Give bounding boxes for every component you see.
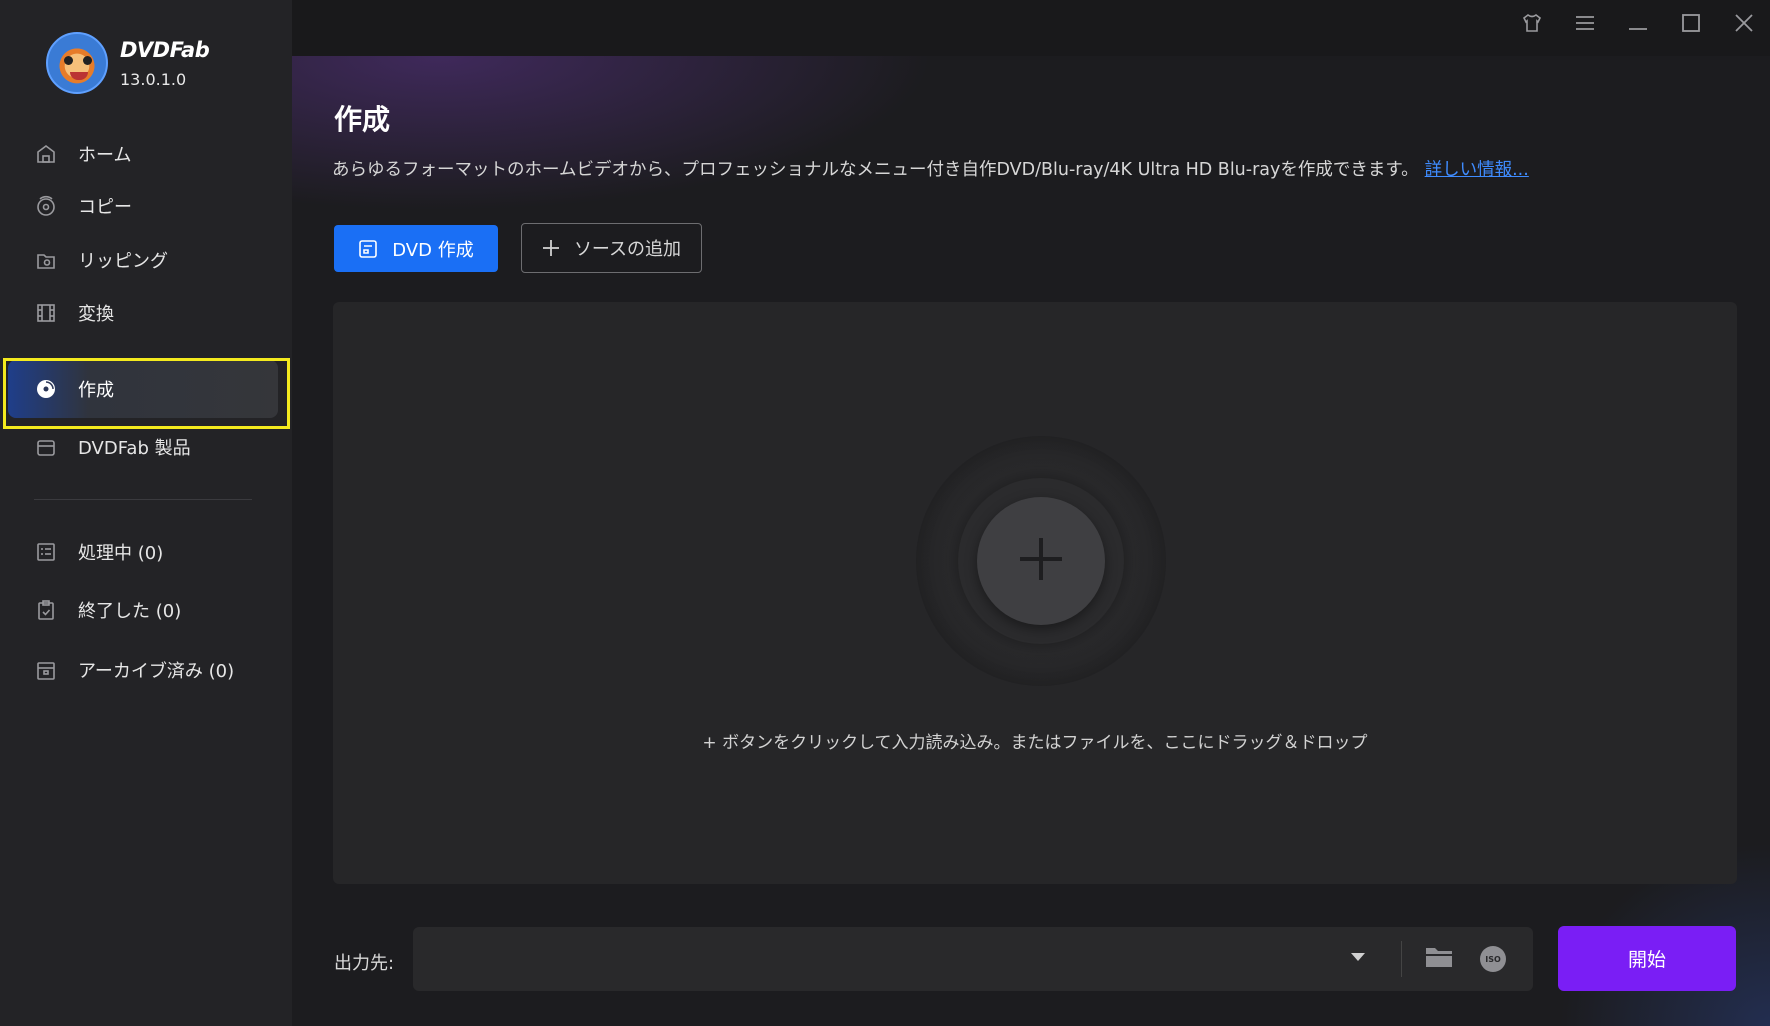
close-button[interactable]	[1717, 0, 1770, 50]
add-source-button[interactable]: ソースの追加	[521, 223, 702, 273]
description-text: あらゆるフォーマットのホームビデオから、プロフェッショナルなメニュー付き自作DV…	[332, 160, 1419, 180]
sidebar-item-converter[interactable]: 変換	[0, 285, 292, 341]
maximize-button[interactable]	[1664, 0, 1717, 50]
archive-box-icon	[34, 658, 58, 682]
dvd-create-label: DVD 作成	[392, 239, 474, 261]
sidebar-item-label: ホーム	[78, 145, 132, 166]
output-label: 出力先:	[334, 953, 395, 974]
folder-icon	[1425, 945, 1453, 973]
file-drop-area[interactable]: + ボタンをクリックして入力読み込み。またはファイルを、ここにドラッグ＆ドロップ	[333, 302, 1737, 884]
skin-button[interactable]	[1505, 0, 1558, 50]
app-name: DVDFab	[120, 37, 210, 62]
start-button[interactable]: 開始	[1558, 926, 1736, 991]
creator-disc-icon	[34, 377, 58, 401]
add-source-label: ソースの追加	[573, 239, 682, 260]
brand-text: DVDFab 13.0.1.0	[120, 37, 210, 89]
home-icon	[34, 142, 58, 166]
sidebar-item-archived[interactable]: アーカイブ済み (0)	[0, 642, 292, 698]
large-plus-icon	[1018, 536, 1064, 586]
page-description: あらゆるフォーマットのホームビデオから、プロフェッショナルなメニュー付き自作DV…	[332, 156, 1529, 181]
processing-list-icon	[34, 540, 58, 564]
sidebar-item-label: コピー	[78, 197, 132, 218]
sidebar-item-label: DVDFab 製品	[78, 438, 191, 459]
film-icon	[34, 301, 58, 325]
sidebar-item-label: 作成	[78, 380, 114, 401]
plus-icon	[542, 239, 560, 257]
iso-icon: ISO	[1480, 946, 1506, 972]
dvd-create-button[interactable]: DVD 作成	[334, 225, 498, 272]
sidebar-item-home[interactable]: ホーム	[0, 126, 292, 182]
add-file-ring	[916, 436, 1166, 686]
menu-button[interactable]	[1558, 0, 1611, 50]
page-title: 作成	[334, 103, 391, 136]
output-path-field[interactable]: ISO	[413, 927, 1533, 991]
copy-disc-icon	[34, 194, 58, 218]
app-window: DVDFab 13.0.1.0 ホーム コピー リッピング 変換 作成 DVDF…	[0, 0, 1770, 1026]
main-content: 作成 あらゆるフォーマットのホームビデオから、プロフェッショナルなメニュー付き自…	[292, 56, 1770, 1026]
iso-output-button[interactable]: ISO	[1478, 944, 1508, 974]
sidebar-item-label: アーカイブ済み (0)	[78, 661, 235, 682]
title-bar	[292, 0, 1770, 56]
sidebar-divider	[34, 499, 252, 500]
menu-icon	[1575, 15, 1595, 35]
add-file-ring-inner	[958, 478, 1124, 644]
window-controls	[1505, 0, 1770, 50]
add-file-button[interactable]	[977, 497, 1105, 625]
minimize-icon	[1628, 16, 1647, 35]
app-version: 13.0.1.0	[120, 69, 187, 89]
sidebar-item-label: 終了した (0)	[78, 601, 182, 622]
sidebar-item-finished[interactable]: 終了した (0)	[0, 582, 292, 638]
output-field-separator	[1401, 941, 1402, 977]
browse-folder-button[interactable]	[1423, 944, 1455, 974]
sidebar-item-label: 変換	[78, 304, 114, 325]
maximize-icon	[1681, 14, 1700, 36]
sidebar-item-dvdfab-products[interactable]: DVDFab 製品	[0, 419, 292, 475]
output-dropdown-arrow-icon[interactable]	[1351, 953, 1365, 961]
sidebar-item-label: リッピング	[78, 251, 168, 272]
ripper-icon	[34, 248, 58, 272]
dvd-create-icon	[358, 239, 378, 259]
minimize-button[interactable]	[1611, 0, 1664, 50]
dvdfab-logo	[46, 32, 108, 94]
drop-hint-text: + ボタンをクリックして入力読み込み。またはファイルを、ここにドラッグ＆ドロップ	[702, 733, 1368, 753]
sidebar-item-processing[interactable]: 処理中 (0)	[0, 524, 292, 580]
sidebar: DVDFab 13.0.1.0 ホーム コピー リッピング 変換 作成 DVDF…	[0, 0, 292, 1026]
sidebar-item-creator[interactable]: 作成	[8, 360, 278, 418]
finished-clipboard-icon	[34, 598, 58, 622]
close-icon	[1734, 14, 1753, 36]
sidebar-item-ripper[interactable]: リッピング	[0, 232, 292, 288]
brand: DVDFab 13.0.1.0	[46, 32, 210, 94]
sidebar-item-copy[interactable]: コピー	[0, 178, 292, 234]
skin-icon	[1521, 13, 1543, 37]
sidebar-item-label: 処理中 (0)	[78, 543, 164, 564]
more-info-link[interactable]: 詳しい情報...	[1425, 160, 1529, 180]
products-box-icon	[34, 435, 58, 459]
